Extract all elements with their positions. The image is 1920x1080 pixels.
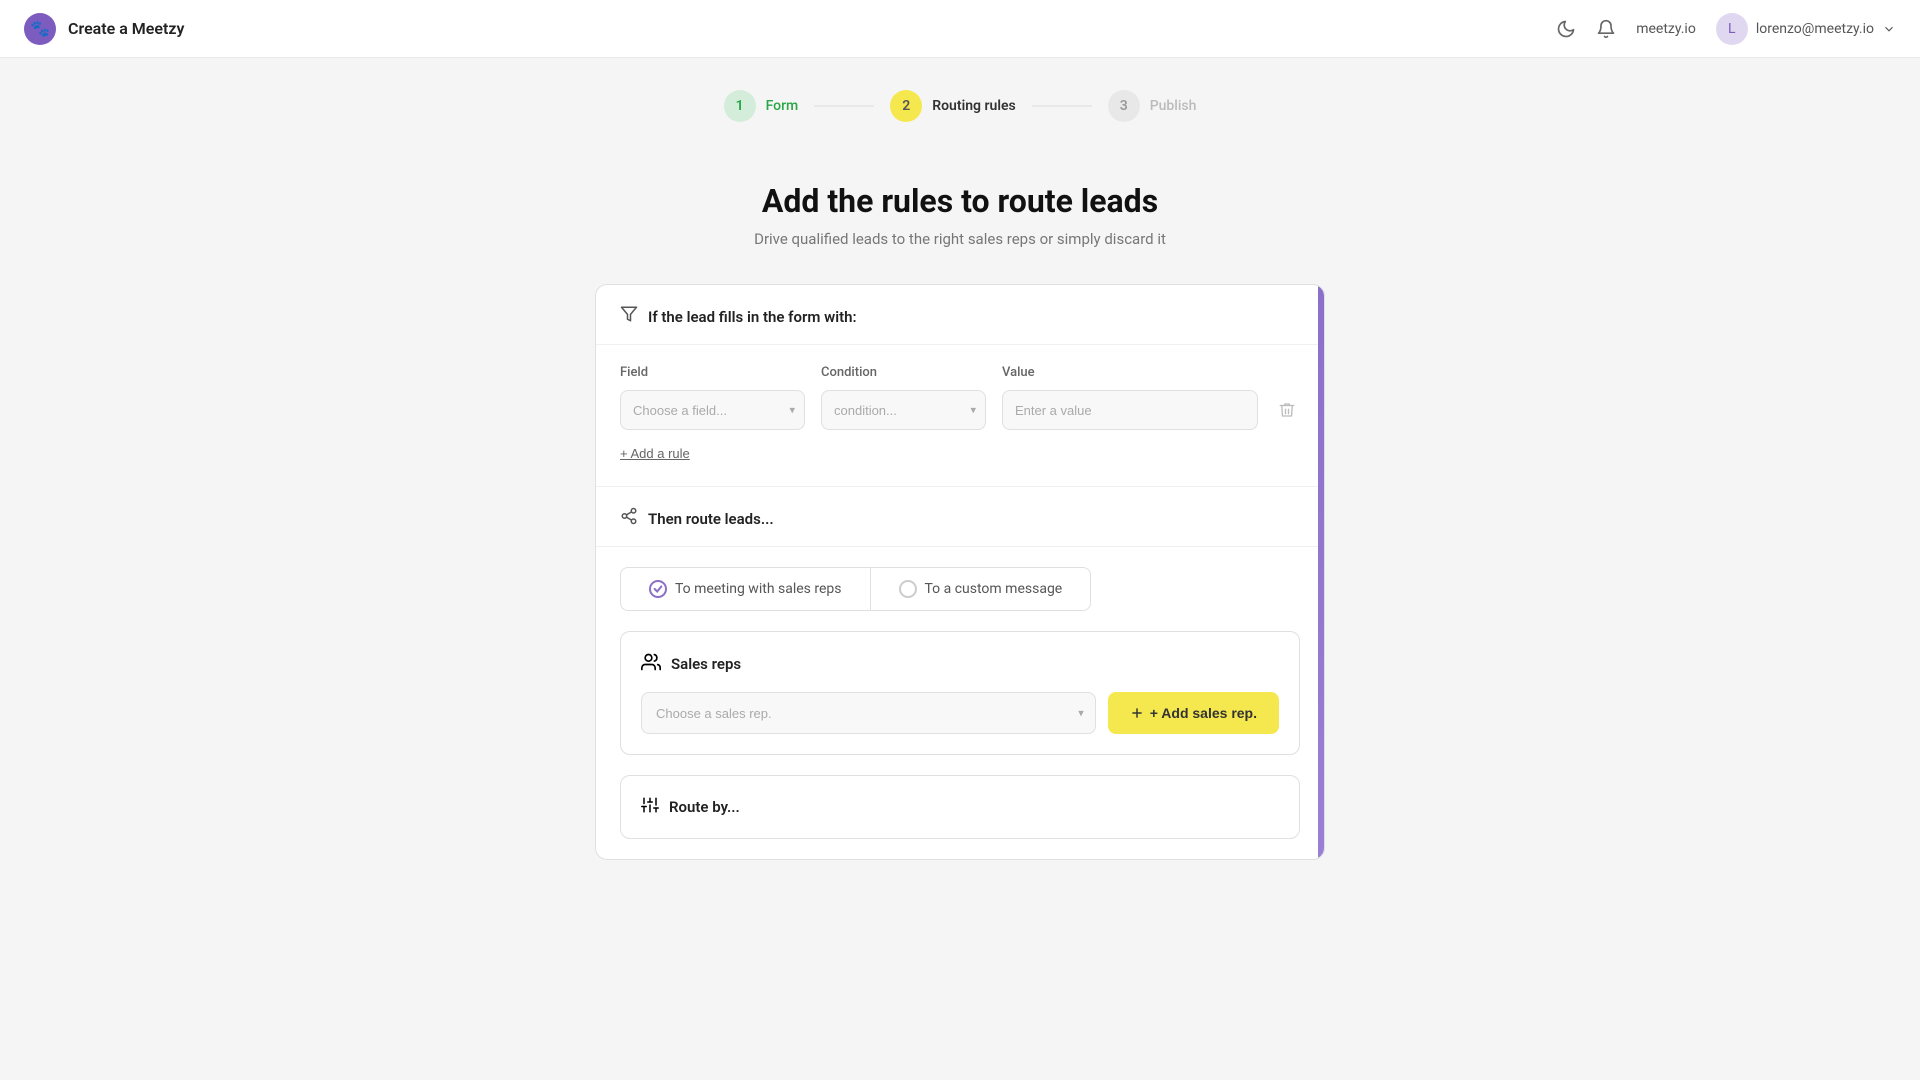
step-3-circle: 3 <box>1108 90 1140 122</box>
condition-label: Condition <box>821 365 986 380</box>
route-option-custom-label: To a custom message <box>925 581 1063 597</box>
sales-rep-select[interactable]: Choose a sales rep. <box>641 692 1096 734</box>
notifications-button[interactable] <box>1596 19 1616 39</box>
add-rule-button[interactable]: + Add a rule <box>620 446 690 461</box>
sales-reps-title: Sales reps <box>671 655 741 673</box>
page-title: Add the rules to route leads <box>762 182 1158 220</box>
chevron-down-icon <box>1882 22 1896 36</box>
site-label: meetzy.io <box>1636 21 1696 37</box>
route-by-header: Route by... <box>641 796 1279 818</box>
delete-rule-button[interactable] <box>1274 397 1300 423</box>
filter-body: Field Condition Value Choose a field... … <box>596 345 1324 486</box>
meeting-check-icon <box>649 580 667 598</box>
condition-select-wrapper: condition... <box>821 390 986 430</box>
value-input[interactable] <box>1002 390 1258 430</box>
field-label: Field <box>620 365 805 380</box>
filter-section-header: If the lead fills in the form with: <box>596 285 1324 345</box>
route-section-title: Then route leads... <box>648 510 774 528</box>
step-connector-2 <box>1032 105 1092 107</box>
filter-row: Choose a field... condition... <box>620 390 1300 430</box>
add-sales-rep-button[interactable]: + Add sales rep. <box>1108 692 1279 734</box>
value-label: Value <box>1002 365 1300 380</box>
step-2-circle: 2 <box>890 90 922 122</box>
route-by-title: Route by... <box>669 798 740 816</box>
field-select-wrapper: Choose a field... <box>620 390 805 430</box>
navbar-left: 🐾 Create a Meetzy <box>24 13 184 45</box>
step-1-circle: 1 <box>724 90 756 122</box>
navbar: 🐾 Create a Meetzy meetzy.io L lorenzo@me… <box>0 0 1920 58</box>
sales-rep-select-wrapper: Choose a sales rep. <box>641 692 1096 734</box>
route-section-header: Then route leads... <box>596 487 1324 547</box>
route-section: Then route leads... To meeting with sale… <box>596 486 1324 839</box>
user-email: lorenzo@meetzy.io <box>1756 21 1874 37</box>
stepper: 1 Form 2 Routing rules 3 Publish <box>0 58 1920 142</box>
sales-rep-row: Choose a sales rep. + Add sales rep. <box>641 692 1279 734</box>
add-sales-rep-label: + Add sales rep. <box>1150 705 1257 721</box>
filter-icon <box>620 305 638 328</box>
dark-mode-button[interactable] <box>1556 19 1576 39</box>
user-menu[interactable]: L lorenzo@meetzy.io <box>1716 13 1896 45</box>
step-3-label: Publish <box>1150 98 1197 114</box>
sales-reps-header: Sales reps <box>641 652 1279 676</box>
step-2-label: Routing rules <box>932 98 1015 114</box>
step-connector-1 <box>814 105 874 107</box>
avatar: L <box>1716 13 1748 45</box>
custom-radio-icon <box>899 580 917 598</box>
bell-icon <box>1596 19 1616 39</box>
step-1[interactable]: 1 Form <box>724 90 799 122</box>
rule-card: If the lead fills in the form with: Fiel… <box>595 284 1325 860</box>
app-title: Create a Meetzy <box>68 19 184 38</box>
app-logo: 🐾 <box>24 13 56 45</box>
plus-icon <box>1130 706 1144 720</box>
share-icon <box>620 507 638 530</box>
step-3[interactable]: 3 Publish <box>1108 90 1197 122</box>
route-option-custom[interactable]: To a custom message <box>870 567 1092 611</box>
filter-row-labels: Field Condition Value <box>620 365 1300 380</box>
people-icon <box>641 652 661 676</box>
filter-section-title: If the lead fills in the form with: <box>648 308 857 326</box>
sales-reps-card: Sales reps Choose a sales rep. + Add sal… <box>620 631 1300 755</box>
step-2[interactable]: 2 Routing rules <box>890 90 1015 122</box>
route-option-meeting[interactable]: To meeting with sales reps <box>620 567 870 611</box>
route-option-meeting-label: To meeting with sales reps <box>675 581 842 597</box>
page-subtitle: Drive qualified leads to the right sales… <box>754 230 1166 248</box>
moon-icon <box>1556 19 1576 39</box>
navbar-right: meetzy.io L lorenzo@meetzy.io <box>1556 13 1896 45</box>
trash-icon <box>1278 401 1296 419</box>
condition-select[interactable]: condition... <box>821 390 986 430</box>
main-content: Add the rules to route leads Drive quali… <box>0 142 1920 900</box>
field-select[interactable]: Choose a field... <box>620 390 805 430</box>
route-options: To meeting with sales reps To a custom m… <box>596 547 1324 611</box>
step-1-label: Form <box>766 98 799 114</box>
route-by-card: Route by... <box>620 775 1300 839</box>
sliders-icon <box>641 796 659 818</box>
